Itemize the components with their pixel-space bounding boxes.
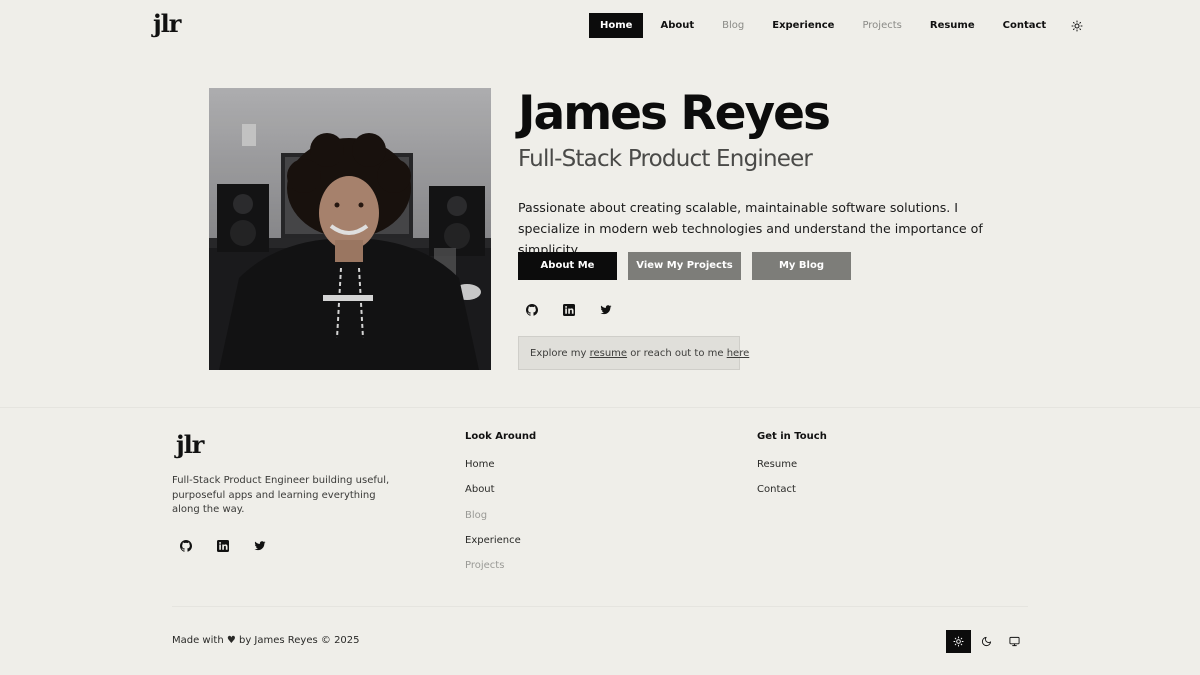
- monitor-icon: [1009, 636, 1020, 647]
- twitter-icon[interactable]: [599, 303, 612, 316]
- hero-name: James Reyes: [518, 86, 831, 141]
- footer-logo[interactable]: jlr: [176, 430, 204, 459]
- nav-blog[interactable]: Blog: [711, 13, 755, 38]
- footer-link-projects[interactable]: Projects: [465, 559, 521, 584]
- look-around-list: Home About Blog Experience Projects: [465, 458, 521, 584]
- theme-system-button[interactable]: [1002, 630, 1027, 653]
- main-nav: Home About Blog Experience Projects Resu…: [589, 13, 1087, 38]
- copyright-text: Made with ♥ by James Reyes © 2025: [172, 635, 360, 646]
- github-icon[interactable]: [179, 539, 192, 552]
- look-around-heading: Look Around: [465, 431, 537, 442]
- linkedin-icon[interactable]: [562, 303, 575, 316]
- hero-social-links: [525, 303, 636, 316]
- hero-title: Full-Stack Product Engineer: [518, 146, 813, 172]
- hero-intro: Passionate about creating scalable, main…: [518, 200, 983, 257]
- theme-light-button[interactable]: [946, 630, 971, 653]
- site-logo[interactable]: jlr: [153, 9, 181, 38]
- sun-icon: [1071, 20, 1083, 31]
- get-in-touch-list: Resume Contact: [757, 458, 797, 509]
- linkedin-icon[interactable]: [216, 539, 229, 552]
- resume-link[interactable]: resume: [590, 348, 628, 359]
- theme-dark-button[interactable]: [974, 630, 999, 653]
- footer-link-blog[interactable]: Blog: [465, 509, 521, 534]
- footer-link-resume[interactable]: Resume: [757, 458, 797, 483]
- about-me-button[interactable]: About Me: [518, 252, 617, 280]
- github-icon[interactable]: [525, 303, 538, 316]
- twitter-icon[interactable]: [253, 539, 266, 552]
- callout-prefix: Explore my: [530, 348, 587, 359]
- footer-description: Full-Stack Product Engineer building use…: [172, 475, 390, 515]
- callout-middle: or reach out to me: [630, 348, 724, 359]
- nav-contact[interactable]: Contact: [992, 13, 1058, 38]
- theme-switcher: [946, 630, 1030, 653]
- bottom-divider: [172, 606, 1028, 607]
- footer-link-home[interactable]: Home: [465, 458, 521, 483]
- footer-divider: [0, 407, 1200, 408]
- view-projects-button[interactable]: View My Projects: [628, 252, 741, 280]
- footer-link-contact[interactable]: Contact: [757, 483, 797, 508]
- moon-icon: [981, 636, 992, 647]
- nav-resume[interactable]: Resume: [919, 13, 986, 38]
- contact-here-link[interactable]: here: [727, 348, 750, 359]
- footer-link-experience[interactable]: Experience: [465, 534, 521, 559]
- nav-about[interactable]: About: [649, 13, 705, 38]
- nav-experience[interactable]: Experience: [761, 13, 845, 38]
- nav-projects[interactable]: Projects: [851, 13, 912, 38]
- sun-icon: [953, 636, 964, 647]
- footer-link-about[interactable]: About: [465, 483, 521, 508]
- profile-photo: [209, 88, 491, 370]
- resume-callout: Explore my resume or reach out to me her…: [518, 336, 749, 370]
- theme-toggle-button[interactable]: [1067, 13, 1087, 38]
- nav-home[interactable]: Home: [589, 13, 644, 38]
- footer-social-links: [179, 539, 290, 552]
- my-blog-button[interactable]: My Blog: [752, 252, 851, 280]
- get-in-touch-heading: Get in Touch: [757, 431, 827, 442]
